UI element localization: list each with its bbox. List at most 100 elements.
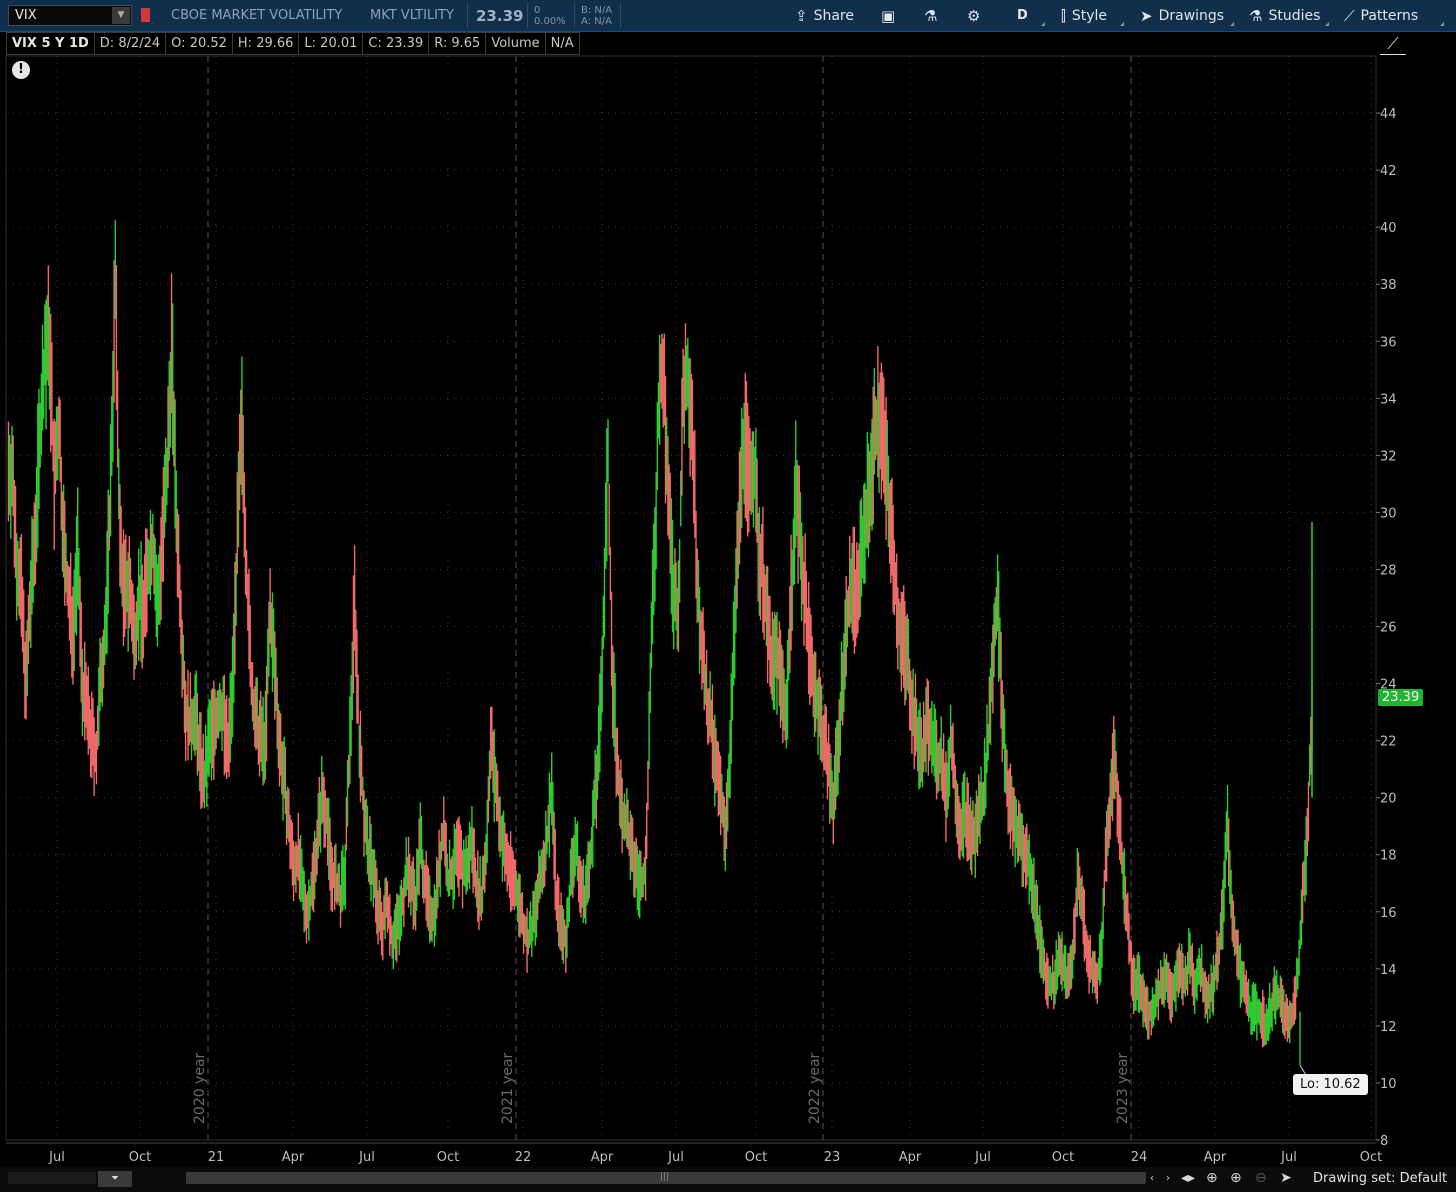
- y-tick-label: 20: [1380, 792, 1397, 807]
- year-marker-label: 2022 year: [807, 1052, 823, 1124]
- drawings-label: Drawings: [1158, 7, 1225, 24]
- y-tick-label: 10: [1380, 1077, 1397, 1092]
- period-label[interactable]: VIX 5 Y 1D: [6, 32, 95, 55]
- drawings-button[interactable]: ➤ Drawings: [1140, 3, 1224, 28]
- calendar-icon: ▣: [881, 6, 896, 25]
- style-label: Style: [1071, 7, 1107, 24]
- flask-button[interactable]: ⚗: [924, 3, 937, 28]
- patterns-button[interactable]: ⟋ Patterns: [1344, 3, 1418, 28]
- close-value: C: 23.39: [363, 32, 430, 55]
- share-icon: ⇪: [795, 6, 808, 25]
- flask-icon: ⚗: [1249, 6, 1263, 25]
- x-tick-label: Apr: [1204, 1150, 1227, 1165]
- time-axis: Jul Oct 21 Apr Jul Oct 22 Apr Jul Oct 23 Apr Jul Oct 2…: [6, 1142, 1382, 1165]
- date-value: D: 8/2/24: [94, 32, 167, 55]
- divider: [620, 3, 621, 28]
- low-value: L: 20.01: [299, 32, 364, 55]
- x-tick-label: Oct: [745, 1150, 767, 1165]
- y-tick-label: 30: [1380, 506, 1397, 521]
- x-tick-label: Jul: [48, 1150, 65, 1165]
- range-value: R: 9.65: [429, 32, 487, 55]
- settings-button[interactable]: ⚙: [967, 3, 980, 28]
- price-chart[interactable]: 2020 year 2021 year 2022 year 2023 year 8 10…: [0, 0, 1456, 1192]
- crosshair-icon[interactable]: ⊕: [1206, 1170, 1218, 1186]
- zoom-in-icon[interactable]: ⊕: [1230, 1170, 1242, 1186]
- year-marker-labels: 2020 year 2021 year 2022 year 2023 year: [192, 1052, 1131, 1124]
- studies-button[interactable]: ⚗ Studies: [1249, 3, 1320, 28]
- symbol-description: CBOE MARKET VOLATILITY: [171, 8, 343, 23]
- y-tick-label: 16: [1380, 906, 1397, 921]
- ask: A: N/A: [581, 16, 612, 27]
- y-tick-label: 28: [1380, 563, 1397, 578]
- y-tick-label: 18: [1380, 849, 1397, 864]
- caret-icon: [1041, 22, 1045, 26]
- symbol-value: VIX: [15, 8, 37, 23]
- x-tick-label: Apr: [899, 1150, 922, 1165]
- top-toolbar: VIX ▼ CBOE MARKET VOLATILITY MKT VLTILIT…: [0, 0, 1456, 32]
- scroll-left-area[interactable]: [8, 1172, 96, 1184]
- x-tick-label: Jul: [667, 1150, 684, 1165]
- volume-label: Volume: [486, 32, 546, 55]
- volume-value: N/A: [545, 32, 580, 55]
- x-tick-label: Oct: [1052, 1150, 1074, 1165]
- chevron-left-icon[interactable]: ‹: [1150, 1173, 1154, 1184]
- y-tick-label: 40: [1380, 221, 1397, 236]
- x-tick-label: Jul: [974, 1150, 991, 1165]
- x-tick-label: Jul: [1280, 1150, 1297, 1165]
- x-tick-label: Jul: [358, 1150, 375, 1165]
- last-price: 23.39: [476, 7, 524, 25]
- cursor-icon[interactable]: ➤: [1280, 1170, 1292, 1186]
- timeframe-label: D: [1017, 8, 1028, 23]
- cursor-icon: ➤: [1140, 6, 1153, 25]
- chart-mode-icon[interactable]: ⟋: [1380, 34, 1406, 55]
- caret-icon: [1440, 22, 1444, 26]
- y-tick-label: 42: [1380, 164, 1397, 179]
- exclamation-icon[interactable]: !: [12, 61, 30, 79]
- chart-settings-button[interactable]: ▣: [881, 3, 895, 28]
- year-marker-label: 2021 year: [500, 1052, 516, 1124]
- candlestick-icon: ⫿: [1061, 6, 1066, 25]
- timeframe-button[interactable]: D: [1017, 3, 1028, 28]
- flag-icon[interactable]: [141, 8, 150, 22]
- y-tick-label: 22: [1380, 735, 1397, 750]
- y-tick-label: 26: [1380, 621, 1397, 636]
- y-tick-label: 14: [1380, 963, 1397, 978]
- symbol-input[interactable]: VIX ▼: [8, 5, 132, 26]
- caret-icon: [1120, 22, 1124, 26]
- price-axis: 8101214161820222426283032343638404244: [1376, 107, 1397, 1149]
- last-price-tag: 23.39: [1378, 689, 1424, 706]
- divider: [574, 3, 575, 28]
- style-button[interactable]: ⫿ Style: [1061, 3, 1107, 28]
- x-tick-label: 22: [515, 1150, 532, 1165]
- y-tick-label: 38: [1380, 278, 1397, 293]
- caret-icon: [1230, 22, 1234, 26]
- zoom-out-icon[interactable]: ⊖: [1255, 1170, 1267, 1186]
- divider: [467, 3, 468, 28]
- share-label: Share: [813, 7, 854, 24]
- scroll-to-end-button[interactable]: ⏷: [98, 1171, 132, 1187]
- open-value: O: 20.52: [166, 32, 233, 55]
- y-tick-label: 32: [1380, 449, 1397, 464]
- bottom-bar: ⏷ ||| ‹ › ◂▸ ⊕ ⊕ ⊖ ➤ Drawing set: Defaul…: [0, 1167, 1456, 1192]
- y-tick-label: 34: [1380, 392, 1397, 407]
- symbol-short-name: MKT VLTILITY: [370, 8, 454, 23]
- x-tick-label: Oct: [129, 1150, 151, 1165]
- year-marker-label: 2020 year: [192, 1052, 208, 1124]
- pan-icon[interactable]: ◂▸: [1181, 1170, 1195, 1186]
- x-tick-label: 24: [1131, 1150, 1148, 1165]
- symbol-dropdown-icon[interactable]: ▼: [112, 7, 130, 24]
- flask-icon: ⚗: [924, 6, 938, 25]
- x-tick-label: 23: [824, 1150, 841, 1165]
- net-change-pct: 0.00%: [534, 16, 566, 27]
- x-tick-label: Oct: [437, 1150, 459, 1165]
- share-button[interactable]: ⇪ Share: [795, 3, 854, 28]
- low-price-tag: Lo: 10.62: [1293, 1074, 1368, 1095]
- drawing-set-label[interactable]: Drawing set: Default: [1313, 1171, 1447, 1186]
- x-tick-label: Apr: [591, 1150, 614, 1165]
- year-marker-label: 2023 year: [1115, 1052, 1131, 1124]
- patterns-label: Patterns: [1360, 7, 1419, 24]
- scroll-grip-icon[interactable]: |||: [660, 1172, 669, 1182]
- caret-icon: [1325, 22, 1329, 26]
- chevron-right-icon[interactable]: ›: [1166, 1173, 1170, 1184]
- y-tick-label: 8: [1380, 1134, 1388, 1149]
